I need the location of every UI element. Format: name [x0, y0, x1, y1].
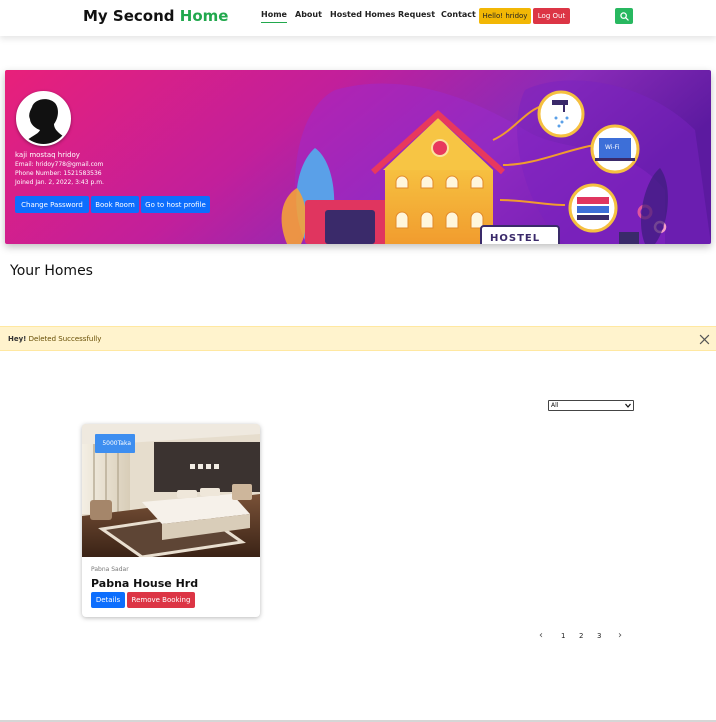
navbar: My Second Home Home About Hosted Homes R…: [0, 0, 716, 36]
alert-text: Deleted Successfully: [28, 335, 102, 343]
pagination-page-3[interactable]: 3: [597, 632, 601, 640]
home-location: Pabna Sadar: [91, 566, 129, 573]
nav-about[interactable]: About: [295, 10, 322, 19]
home-card: 5000Taka Pabna Sadar Pabna House Hrd Det…: [82, 424, 260, 617]
hostel-sign: HOSTEL: [490, 233, 541, 244]
profile-name: kaji mostaq hridoy: [15, 151, 80, 159]
chevron-down-icon: [625, 403, 631, 408]
pagination-page-1[interactable]: 1: [561, 632, 565, 640]
filter-selected-value: All: [551, 402, 559, 409]
pagination-prev[interactable]: ‹: [539, 630, 543, 641]
profile-joined: Joined Jan. 2, 2022, 3:43 p.m.: [15, 179, 104, 186]
remove-booking-button[interactable]: Remove Booking: [127, 592, 195, 608]
profile-phone: Phone Number: 1521583536: [15, 170, 102, 177]
nav-request[interactable]: Request: [398, 10, 435, 19]
home-title: Pabna House Hrd: [91, 577, 199, 590]
pagination-next[interactable]: ›: [618, 630, 622, 641]
success-alert: Hey! Deleted Successfully: [0, 326, 716, 351]
price-badge: 5000Taka: [95, 434, 135, 453]
close-icon[interactable]: [699, 334, 710, 345]
details-button[interactable]: Details: [91, 592, 125, 608]
profile-email: Email: hridoy778@gmail.com: [15, 161, 104, 168]
hello-user-button[interactable]: Hello! hridoy: [479, 8, 531, 24]
filter-select[interactable]: All: [548, 400, 634, 411]
brand-accent: Home: [179, 7, 229, 25]
your-homes-title: Your Homes: [10, 263, 93, 279]
nav-contact[interactable]: Contact: [441, 10, 476, 19]
pagination-page-2[interactable]: 2: [579, 632, 583, 640]
alert-strong: Hey!: [8, 335, 27, 343]
user-silhouette-icon: [18, 93, 69, 144]
nav-home[interactable]: Home: [261, 10, 287, 23]
host-profile-button[interactable]: Go to host profile: [141, 196, 210, 213]
nav-hosted-homes[interactable]: Hosted Homes: [330, 10, 395, 19]
change-password-button[interactable]: Change Password: [15, 196, 89, 213]
search-button[interactable]: [615, 8, 633, 24]
banner-illustration: [5, 70, 711, 244]
alert-message: Hey! Deleted Successfully: [8, 335, 101, 343]
book-room-button[interactable]: Book Room: [91, 196, 139, 213]
logout-button[interactable]: Log Out: [533, 8, 570, 24]
brand-logo[interactable]: My Second Home: [83, 7, 228, 25]
brand-prefix: My Second: [83, 7, 175, 25]
profile-banner: kaji mostaq hridoy Email: hridoy778@gmai…: [5, 70, 711, 244]
search-icon: [619, 11, 629, 21]
wifi-label: Wi-Fi: [605, 144, 620, 151]
avatar: [16, 91, 71, 146]
